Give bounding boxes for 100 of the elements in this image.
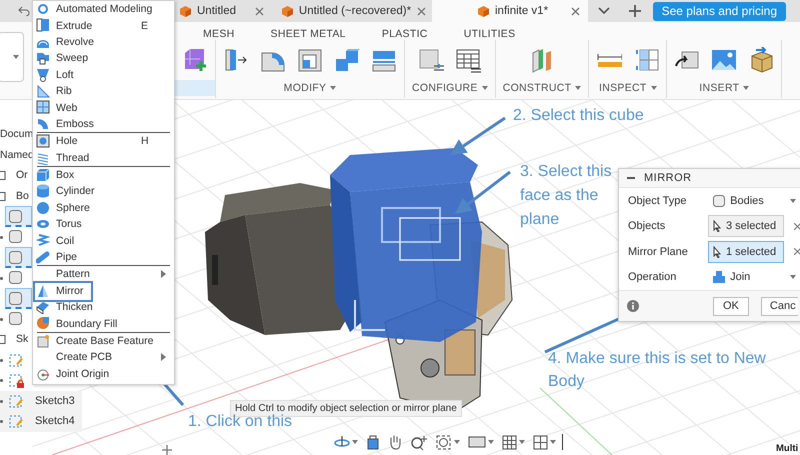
plus-icon[interactable] <box>629 5 641 17</box>
caret-icon <box>743 86 750 90</box>
menu-item[interactable]: Pipe <box>33 248 174 266</box>
expand-dot-icon[interactable] <box>0 236 3 238</box>
plus-icon[interactable] <box>162 445 172 455</box>
checkbox-icon[interactable] <box>0 335 6 344</box>
document-tab[interactable]: infinite v1* <box>432 0 588 22</box>
toolbar-group-menu[interactable]: INSPECT <box>599 80 657 96</box>
cancel-button[interactable]: Canc <box>760 296 798 316</box>
cube-icon <box>282 6 293 16</box>
grid-button[interactable] <box>531 434 558 450</box>
caret-icon <box>790 198 796 203</box>
browser-folder[interactable]: Or <box>16 169 28 182</box>
menu-item[interactable]: Torus <box>33 216 174 232</box>
toolbar-group-menu[interactable]: INSERT <box>699 80 750 96</box>
checkbox-icon[interactable] <box>0 171 6 180</box>
table-sliders-icon[interactable] <box>455 47 482 73</box>
image-icon[interactable] <box>711 47 738 73</box>
field-label: Object Type <box>628 194 688 207</box>
box-icon <box>366 434 380 450</box>
ok-button[interactable]: OK <box>713 296 749 316</box>
menu-item[interactable]: Coil <box>33 232 174 249</box>
menu-item[interactable]: Create Base Feature <box>33 332 174 350</box>
menu-item[interactable]: Box <box>33 166 174 184</box>
menu-item[interactable]: Web <box>33 99 174 116</box>
cube-plus-icon[interactable] <box>182 47 208 73</box>
toolbar-tab[interactable]: SHEET METAL <box>270 28 346 40</box>
toolbar-group-menu[interactable]: CONSTRUCT <box>502 80 582 96</box>
menu-item[interactable]: Sweep <box>33 50 174 67</box>
grid-button[interactable] <box>500 434 527 450</box>
expand-dot-icon[interactable] <box>0 358 3 362</box>
body-row[interactable] <box>5 247 32 268</box>
expand-dot-icon[interactable] <box>0 420 3 423</box>
menu-item[interactable]: Extrude E <box>33 17 174 34</box>
undo-icon[interactable] <box>18 6 30 16</box>
browser-folder[interactable]: Sk <box>16 333 28 346</box>
menu-item[interactable]: Hole H <box>33 133 174 150</box>
clear-icon[interactable] <box>794 222 800 230</box>
menu-item[interactable]: Emboss <box>33 116 174 132</box>
menu-item[interactable]: Joint Origin <box>33 366 174 382</box>
toolbar-tab[interactable]: PLASTIC <box>382 28 428 40</box>
browser-folder[interactable]: Bo <box>16 190 29 202</box>
chevron-down-icon[interactable] <box>598 7 610 15</box>
expand-dot-icon[interactable] <box>0 318 3 320</box>
caret-icon <box>519 440 525 444</box>
fit-button[interactable] <box>434 434 462 450</box>
display-button[interactable] <box>466 435 496 449</box>
menu-item[interactable]: Mirror <box>33 282 174 300</box>
cylinder-icon <box>36 184 50 198</box>
pipe-icon <box>36 250 50 264</box>
menu-item[interactable]: Revolve <box>33 34 174 50</box>
menu-item[interactable]: Automated Modeling <box>33 1 174 18</box>
menu-item[interactable]: Thread <box>33 150 174 166</box>
menu-item[interactable]: Sphere <box>33 200 174 216</box>
curved-shape-icon <box>36 116 50 131</box>
menu-item[interactable]: Create PCB <box>33 349 174 366</box>
checkbox-icon[interactable] <box>0 192 6 200</box>
sketch-row[interactable]: Sketch3 <box>0 390 82 411</box>
cube-icon <box>180 6 191 16</box>
toolbar-group-background <box>175 80 215 96</box>
close-icon[interactable] <box>417 6 426 16</box>
sketch-row[interactable]: Sketch4 <box>0 411 82 432</box>
grid-icon <box>502 434 517 450</box>
body-row[interactable] <box>5 288 32 308</box>
toolbar-group-menu[interactable]: MODIFY <box>284 80 336 96</box>
clear-icon[interactable] <box>794 248 800 256</box>
close-icon[interactable] <box>255 6 264 16</box>
toolbar-group-menu[interactable]: CONFIGURE <box>412 80 488 96</box>
document-tab[interactable]: Untitled <box>172 0 272 22</box>
sketch-name[interactable]: Sketch3 <box>35 394 75 407</box>
expand-dot-icon[interactable] <box>0 400 3 402</box>
shell-box-icon[interactable] <box>297 47 323 73</box>
menu-item[interactable]: Thicken <box>33 299 174 316</box>
toolbar-tab[interactable]: UTILITIES <box>464 28 516 40</box>
menu-item[interactable]: Cylinder <box>33 183 174 200</box>
selection-button[interactable]: 1 selected <box>708 240 784 263</box>
section-grid-icon[interactable] <box>633 47 660 73</box>
body-row[interactable] <box>5 206 32 226</box>
selection-button[interactable]: 3 selected <box>708 215 784 238</box>
menu-item[interactable]: Loft <box>33 66 174 83</box>
expand-dot-icon[interactable] <box>0 276 3 280</box>
annotation-text: 2. Select this cube <box>513 106 644 126</box>
menu-item[interactable]: Pattern <box>33 266 174 283</box>
toolbar-tab[interactable]: MESH <box>203 28 235 40</box>
triangle-icon <box>36 84 50 98</box>
caret-icon <box>550 440 556 444</box>
cube-icon <box>478 6 489 16</box>
info-icon[interactable] <box>627 300 639 312</box>
close-icon[interactable] <box>571 6 580 16</box>
caret-icon <box>575 86 582 90</box>
stacked-blocks-icon[interactable] <box>334 47 360 73</box>
menu-item[interactable]: Rib <box>33 82 174 100</box>
box-arrow-icon[interactable] <box>223 47 249 73</box>
document-tab[interactable]: Untitled (~recovered)* <box>272 0 432 22</box>
box-sliders-icon[interactable] <box>418 47 444 73</box>
menu-item[interactable]: Boundary Fill <box>33 315 174 332</box>
sketch-name[interactable]: Sketch4 <box>35 415 75 428</box>
expand-dot-icon[interactable] <box>0 379 3 382</box>
triangle-icon <box>36 284 50 298</box>
caret-icon <box>13 55 19 59</box>
